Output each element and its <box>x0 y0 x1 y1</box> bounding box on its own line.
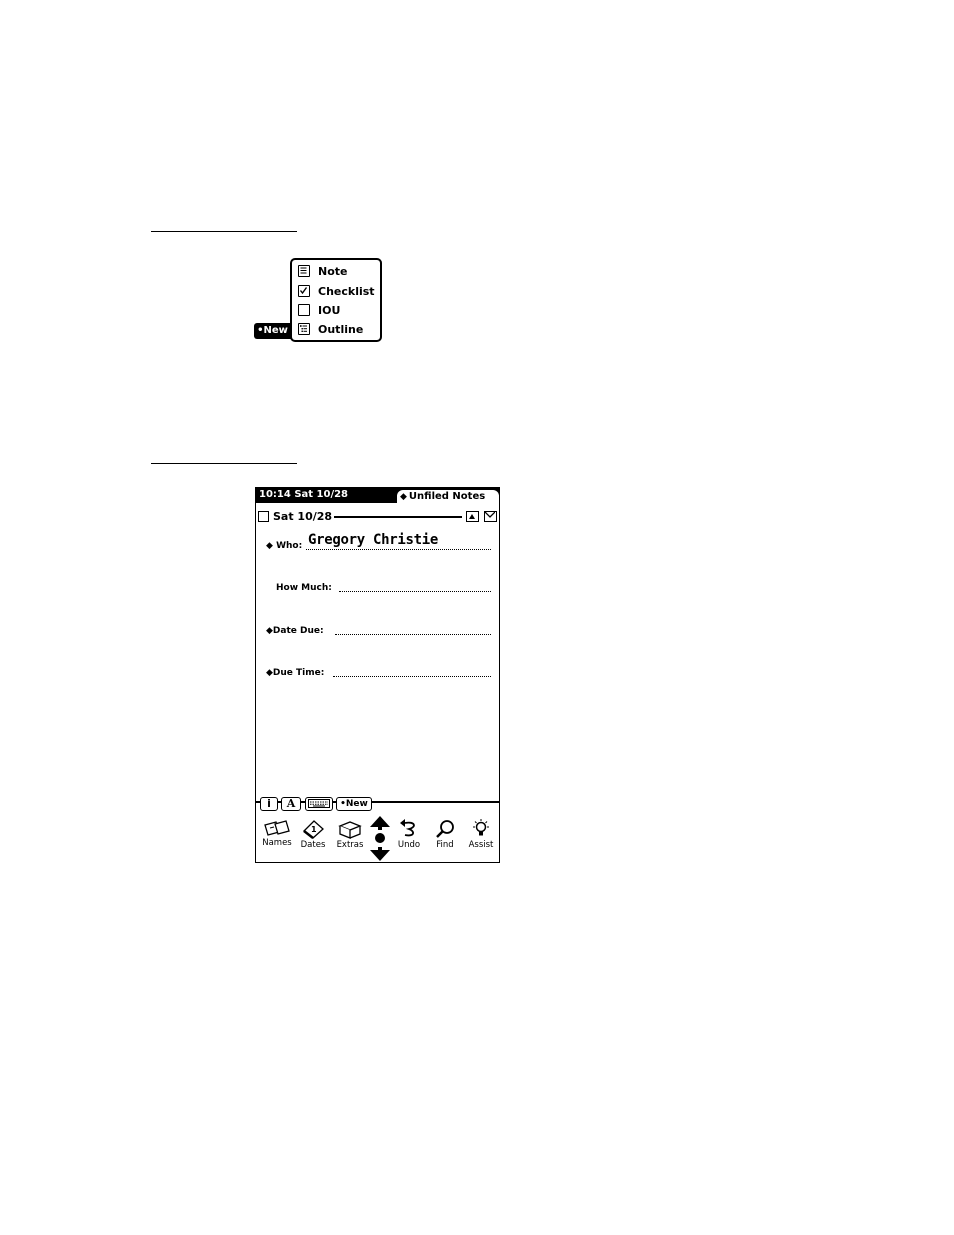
how-much-label: How Much: <box>276 583 332 593</box>
find-label: Find <box>436 840 454 850</box>
due-time-field-line[interactable] <box>333 676 491 677</box>
dates-button[interactable]: 1 Dates <box>295 819 331 850</box>
names-label: Names <box>262 838 292 848</box>
outline-icon <box>298 323 310 335</box>
menu-item-label: Note <box>318 264 348 278</box>
names-button[interactable]: Names <box>259 819 295 848</box>
note-icon <box>298 265 310 277</box>
scroll-down-icon[interactable] <box>370 850 390 861</box>
dates-label: Dates <box>300 840 326 850</box>
status-time: 10:14 Sat 10/28 <box>259 489 349 500</box>
undo-button[interactable]: Undo <box>391 819 427 850</box>
newton-screen: 10:14 Sat 10/28 ◆ Unfiled Notes Sat 10/28… <box>255 487 500 863</box>
menu-item-note[interactable]: Note <box>298 263 347 279</box>
new-popup-menu: Note Checklist IOU Outline <box>290 258 382 342</box>
keyboard-button[interactable] <box>305 797 333 811</box>
assist-label: Assist <box>468 840 494 850</box>
scroll-up-icon[interactable] <box>370 816 390 827</box>
names-icon <box>264 820 290 836</box>
keyboard-icon <box>308 799 330 808</box>
section-divider-top <box>151 231 297 232</box>
folder-tab[interactable]: ◆ Unfiled Notes <box>397 490 499 503</box>
assist-button[interactable]: Assist <box>463 819 499 850</box>
diamond-icon: ◆ <box>266 668 273 678</box>
extras-button[interactable]: Extras <box>332 819 368 850</box>
lightbulb-icon <box>473 819 489 836</box>
who-field-line[interactable] <box>306 549 491 550</box>
status-bar: 10:14 Sat 10/28 ◆ Unfiled Notes <box>256 488 499 503</box>
menu-item-outline[interactable]: Outline <box>298 321 363 337</box>
folder-name: Unfiled Notes <box>408 491 486 502</box>
filing-icon[interactable] <box>466 511 479 522</box>
who-value[interactable]: Gregory Christie <box>308 532 438 548</box>
who-label: ◆ Who: <box>266 541 303 551</box>
extras-icon <box>338 821 362 839</box>
date-due-label: ◆Date Due: <box>266 626 324 636</box>
menu-item-label: Checklist <box>318 284 375 298</box>
iou-icon <box>298 304 310 316</box>
note-header: Sat 10/28 <box>258 510 498 524</box>
diamond-icon: ◆ <box>400 492 407 502</box>
extras-label: Extras <box>336 840 364 850</box>
find-button[interactable]: Find <box>427 819 463 850</box>
due-time-label: ◆Due Time: <box>266 668 325 678</box>
undo-icon <box>400 819 415 837</box>
section-divider-bottom <box>151 463 297 464</box>
undo-label: Undo <box>397 840 421 850</box>
scroll-arrows <box>369 816 391 866</box>
note-checkbox[interactable] <box>258 511 269 522</box>
svg-text:1: 1 <box>311 825 317 834</box>
info-button[interactable]: i <box>260 797 278 811</box>
new-button[interactable]: •New <box>254 323 291 339</box>
menu-item-label: IOU <box>318 303 341 317</box>
diamond-icon: ◆ <box>266 626 273 636</box>
date-due-field-line[interactable] <box>335 634 491 635</box>
note-date: Sat 10/28 <box>273 510 333 523</box>
note-separator <box>334 516 462 518</box>
how-much-field-line[interactable] <box>339 591 491 592</box>
find-icon <box>436 820 454 838</box>
menu-item-iou[interactable]: IOU <box>298 302 340 318</box>
checklist-icon <box>298 285 310 297</box>
new-tab-button[interactable]: •New <box>336 797 372 811</box>
menu-item-checklist[interactable]: Checklist <box>298 283 375 299</box>
diamond-icon: ◆ <box>266 541 273 551</box>
menu-item-label: Outline <box>318 322 364 336</box>
envelope-icon[interactable] <box>484 511 497 522</box>
dates-icon: 1 <box>303 820 324 839</box>
style-button[interactable]: A <box>281 797 301 811</box>
overview-dot-icon[interactable] <box>375 833 385 843</box>
